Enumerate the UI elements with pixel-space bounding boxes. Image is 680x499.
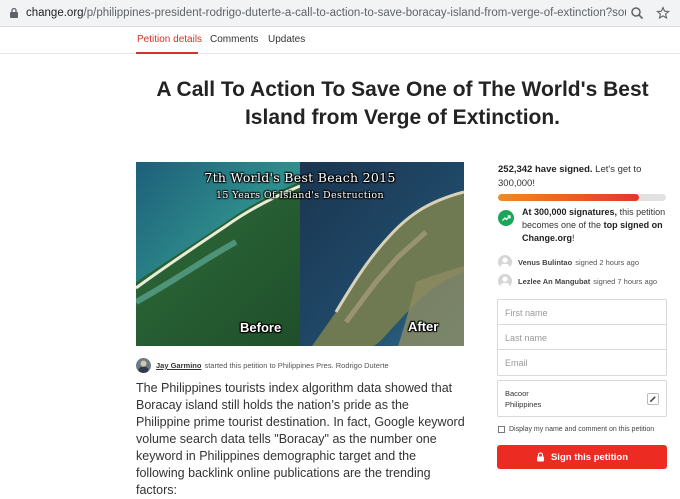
goal-bold: At 300,000 signatures, — [522, 207, 618, 217]
location-field[interactable]: Bacoor Philippines — [497, 380, 667, 417]
progress-fill — [498, 194, 640, 201]
signed-count: 252,342 have signed. — [498, 164, 593, 175]
url-text[interactable]: change.org/p/philippines-president-rodri… — [26, 7, 626, 19]
sign-button-label: Sign this petition — [550, 451, 629, 463]
recent-signer: Venus Bulintao signed 2 hours ago — [498, 255, 639, 269]
signer-name: Lezlee An Mangubat — [518, 276, 591, 286]
signature-count: 252,342 have signed. Let's get to 300,00… — [498, 163, 668, 191]
tab-comments[interactable]: Comments — [210, 34, 258, 45]
signature-form: First name Last name Email — [497, 299, 667, 376]
title-line-1: A Call To Action To Save One of The Worl… — [156, 78, 649, 101]
tab-updates[interactable]: Updates — [268, 34, 305, 45]
lock-icon[interactable] — [8, 7, 20, 19]
lock-icon — [536, 452, 545, 462]
image-before-label: Before — [240, 320, 282, 335]
starter-avatar[interactable] — [136, 358, 151, 373]
image-after-label: After — [408, 319, 439, 334]
display-name-label: Display my name and comment on this peti… — [509, 426, 655, 433]
location-country: Philippines — [505, 400, 542, 409]
display-name-checkbox-row[interactable]: Display my name and comment on this peti… — [498, 426, 654, 433]
active-tab-indicator — [136, 52, 198, 54]
image-subtitle: 15 Years Of Island's Destruction — [215, 190, 385, 201]
recent-signer: Lezlee An Mangubat signed 7 hours ago — [498, 274, 657, 288]
signature-progress-bar — [498, 194, 666, 201]
petition-tabs: Petition details Comments Updates — [0, 27, 680, 54]
star-icon[interactable] — [656, 6, 670, 20]
tab-petition-details[interactable]: Petition details — [137, 34, 202, 45]
edit-pencil-icon[interactable] — [647, 393, 659, 405]
starter-name-link[interactable]: Jay Garmino — [156, 361, 201, 370]
url-domain: change.org — [26, 7, 84, 19]
signer-avatar-icon — [498, 255, 512, 269]
trending-icon — [498, 210, 514, 226]
signer-time: signed 2 hours ago — [575, 257, 639, 267]
signer-name: Venus Bulintao — [518, 257, 573, 267]
location-city: Bacoor — [505, 389, 529, 398]
starter-text: started this petition to Philippines Pre… — [204, 361, 389, 370]
goal-end: ! — [572, 233, 575, 243]
email-field[interactable]: Email — [498, 350, 666, 375]
petition-image: 7th World's Best Beach 2015 15 Years Of … — [136, 162, 464, 346]
title-line-2: Island from Verge of Extinction. — [244, 106, 561, 129]
display-name-checkbox[interactable] — [498, 426, 505, 433]
signer-avatar-icon — [498, 274, 512, 288]
petition-title: A Call To Action To Save One of The Worl… — [130, 76, 675, 132]
goal-message: At 300,000 signatures, this petition bec… — [498, 206, 668, 245]
petition-body: The Philippines tourists index algorithm… — [136, 381, 465, 497]
zoom-icon[interactable] — [630, 6, 644, 20]
petition-starter: Jay Garmino started this petition to Phi… — [136, 358, 389, 373]
image-title: 7th World's Best Beach 2015 — [204, 170, 396, 185]
sign-petition-button[interactable]: Sign this petition — [497, 445, 667, 469]
address-bar[interactable]: change.org/p/philippines-president-rodri… — [0, 0, 680, 27]
last-name-field[interactable]: Last name — [498, 325, 666, 350]
first-name-field[interactable]: First name — [498, 300, 666, 325]
signer-time: signed 7 hours ago — [593, 276, 658, 286]
url-path: /p/philippines-president-rodrigo-duterte… — [83, 7, 626, 19]
